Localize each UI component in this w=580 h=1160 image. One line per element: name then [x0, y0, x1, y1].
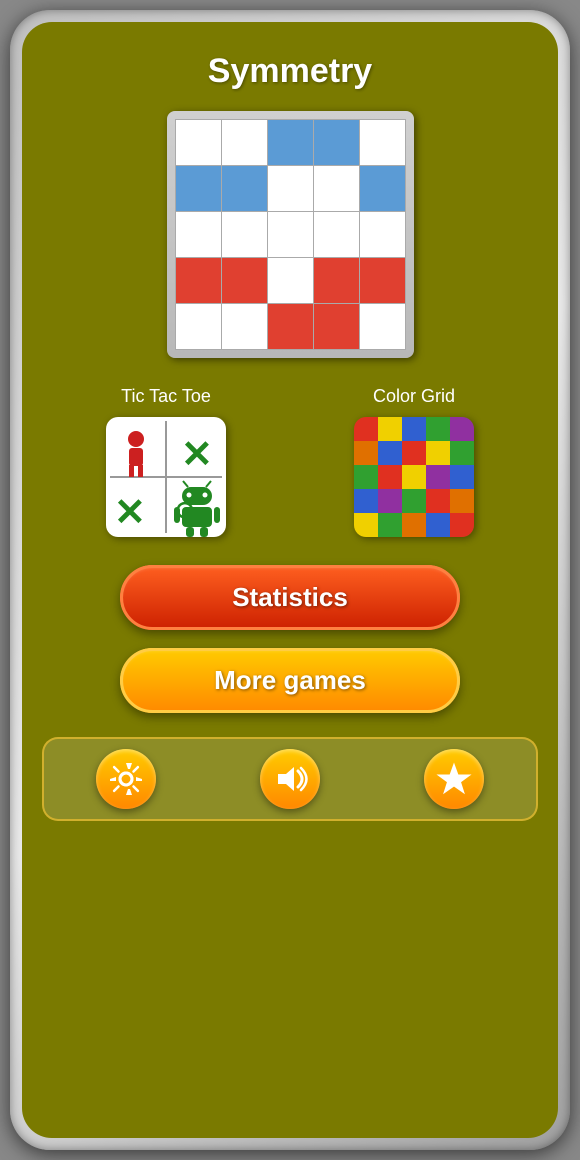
svg-text:✕: ✕ — [114, 492, 146, 534]
favorites-icon — [436, 761, 472, 797]
color-cell — [354, 441, 378, 465]
grid-cell — [221, 304, 267, 350]
color-cell — [426, 513, 450, 537]
symmetry-grid — [167, 111, 414, 358]
color-cell — [402, 465, 426, 489]
bottom-toolbar — [42, 737, 538, 821]
grid-cell — [313, 120, 359, 166]
grid-cell — [221, 212, 267, 258]
grid-cell — [313, 212, 359, 258]
color-cell — [426, 489, 450, 513]
color-cell — [402, 489, 426, 513]
color-cell — [354, 465, 378, 489]
color-cell — [402, 441, 426, 465]
grid-cell — [175, 120, 221, 166]
app-title: Symmetry — [208, 52, 372, 91]
svg-text:✕: ✕ — [181, 434, 213, 476]
grid-cell — [313, 258, 359, 304]
color-cell — [450, 417, 474, 441]
grid-cell — [267, 212, 313, 258]
grid-cell — [313, 166, 359, 212]
color-cell — [426, 417, 450, 441]
tic-tac-toe-label: Tic Tac Toe — [121, 386, 211, 407]
grid-cell — [221, 258, 267, 304]
color-cell — [378, 441, 402, 465]
color-cell — [378, 513, 402, 537]
grid-cell — [359, 166, 405, 212]
color-cell — [450, 441, 474, 465]
color-cell — [402, 417, 426, 441]
grid-cell — [267, 258, 313, 304]
color-grid-item[interactable]: Color Grid — [354, 386, 474, 537]
sound-icon — [272, 761, 308, 797]
color-cell — [354, 513, 378, 537]
color-cell — [378, 417, 402, 441]
color-cell — [354, 489, 378, 513]
color-cell — [354, 417, 378, 441]
grid-cell — [221, 120, 267, 166]
color-cell — [378, 465, 402, 489]
color-cell — [450, 513, 474, 537]
grid-cell — [175, 258, 221, 304]
color-cell — [426, 465, 450, 489]
color-cell — [450, 489, 474, 513]
color-cell — [426, 441, 450, 465]
color-grid-icon[interactable] — [354, 417, 474, 537]
grid-cell — [267, 166, 313, 212]
phone-frame: Symmetry Tic Tac Toe — [10, 10, 570, 1150]
grid-cell — [359, 304, 405, 350]
settings-button[interactable] — [96, 749, 156, 809]
games-section: Tic Tac Toe — [42, 386, 538, 537]
grid-cell — [313, 304, 359, 350]
grid-cell — [359, 258, 405, 304]
color-cell — [378, 489, 402, 513]
grid-cell — [267, 304, 313, 350]
grid-cell — [267, 120, 313, 166]
grid-table — [175, 119, 406, 350]
tic-tac-toe-item[interactable]: Tic Tac Toe — [106, 386, 226, 537]
sound-button[interactable] — [260, 749, 320, 809]
app-background: Symmetry Tic Tac Toe — [22, 22, 558, 1138]
grid-cell — [359, 212, 405, 258]
settings-icon — [108, 761, 144, 797]
grid-cell — [175, 212, 221, 258]
color-cell — [402, 513, 426, 537]
color-cell — [450, 465, 474, 489]
grid-cell — [221, 166, 267, 212]
tic-tac-toe-icon[interactable]: ✕ ✕ ○ — [106, 417, 226, 537]
grid-cell — [175, 166, 221, 212]
favorites-button[interactable] — [424, 749, 484, 809]
color-grid-label: Color Grid — [373, 386, 455, 407]
grid-cell — [359, 120, 405, 166]
statistics-button[interactable]: Statistics — [120, 565, 460, 630]
more-games-button[interactable]: More games — [120, 648, 460, 713]
grid-cell — [175, 304, 221, 350]
